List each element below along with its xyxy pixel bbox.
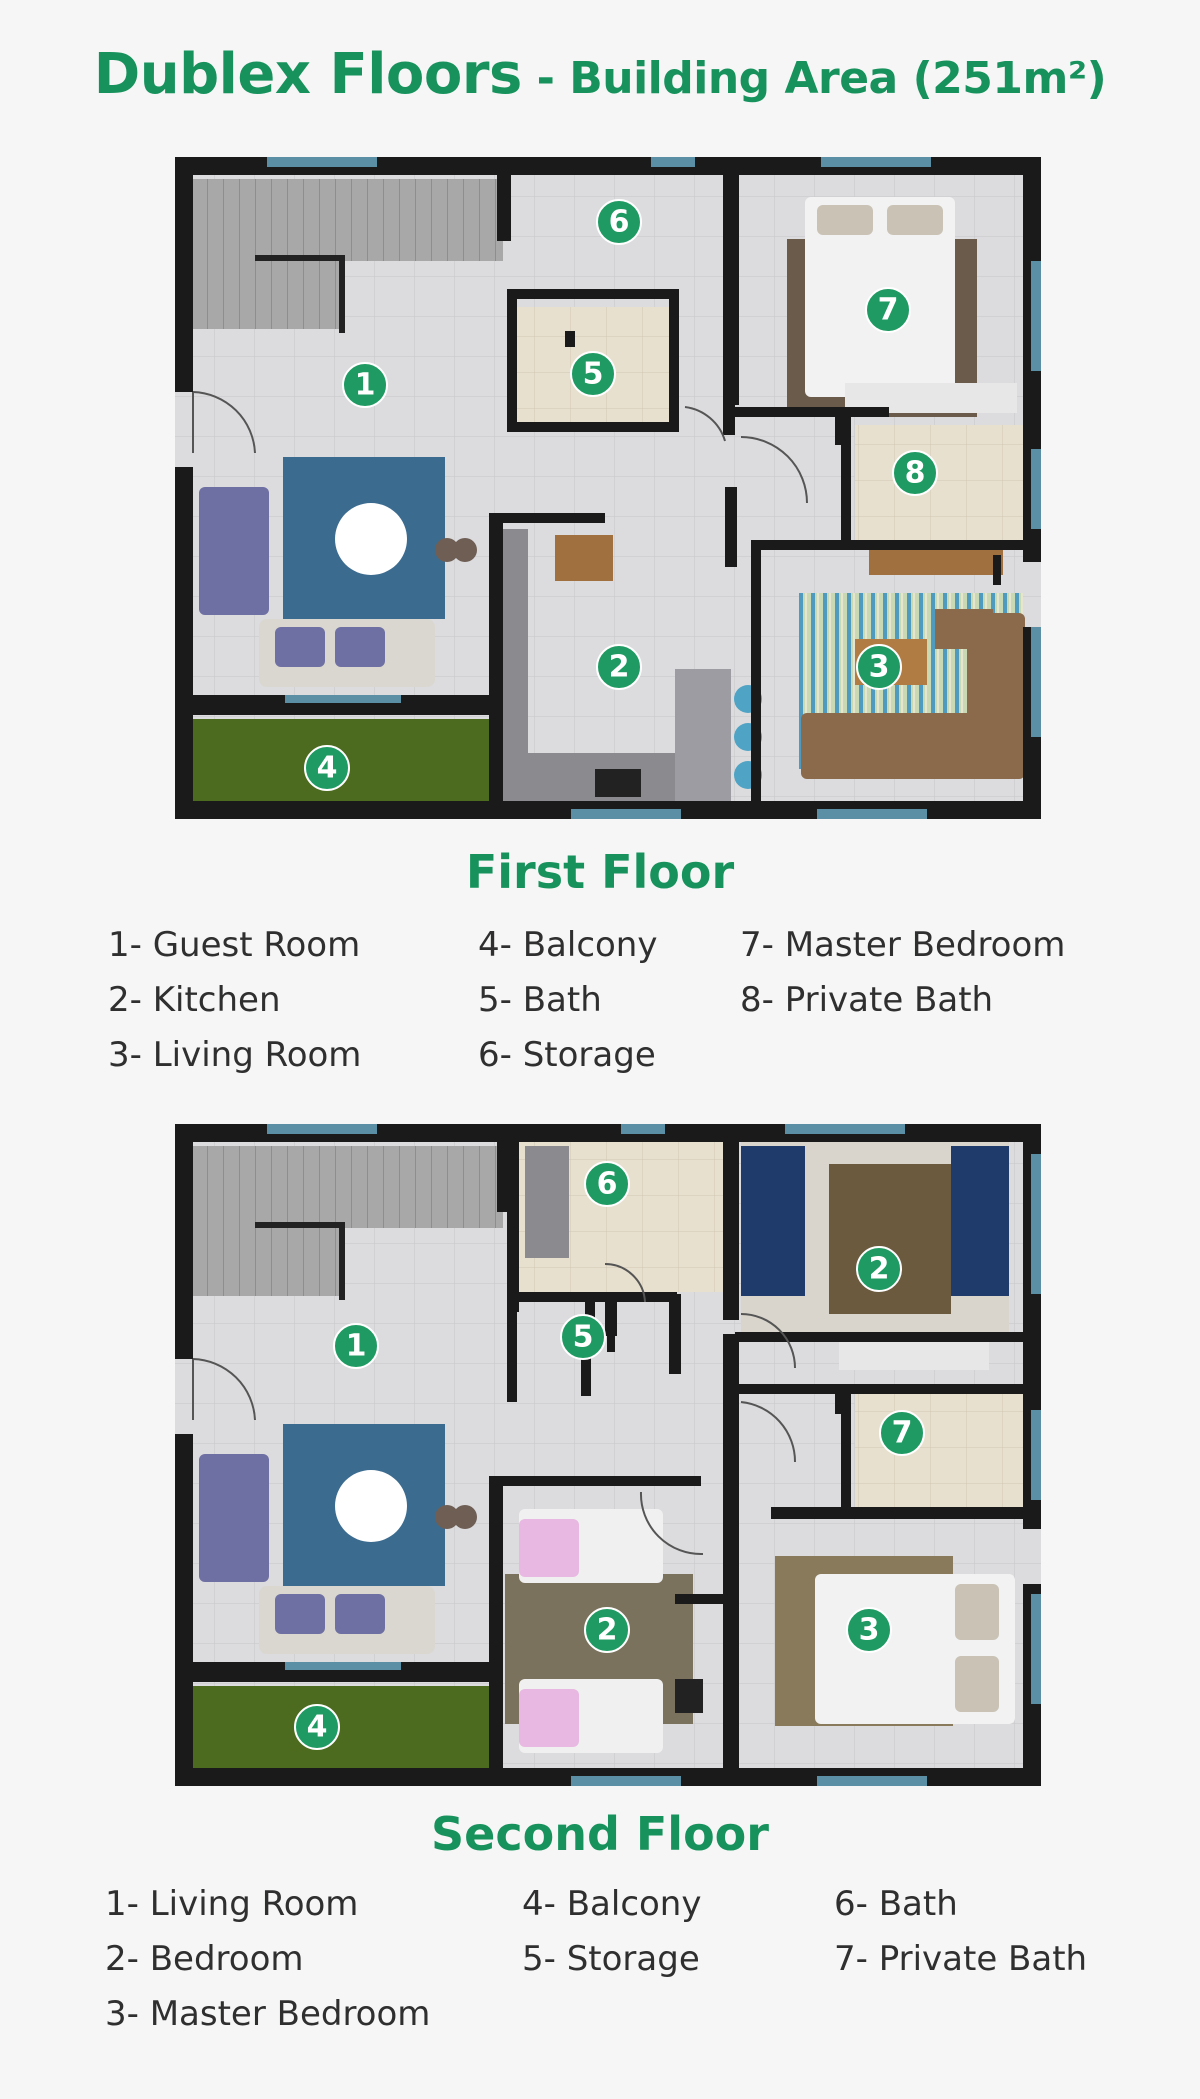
- room-marker-guest-room: 1: [342, 362, 388, 408]
- first-floor-legend-5: 5- Bath: [478, 980, 602, 1020]
- svg-text:4: 4: [317, 751, 338, 786]
- second-floor-legend-7: 7- Private Bath: [834, 1939, 1088, 1979]
- first-floor-legend-4: 4- Balcony: [478, 925, 658, 965]
- room-marker-master-bedroom: 3: [846, 1607, 892, 1653]
- svg-text:5: 5: [583, 357, 604, 392]
- svg-text:5: 5: [573, 1320, 594, 1355]
- second-floor-legend-2: 2- Bedroom: [105, 1939, 304, 1979]
- svg-text:3: 3: [859, 1613, 880, 1648]
- first-floor-legend-1: 1- Guest Room: [108, 925, 361, 965]
- second-floor-legend-5: 5- Storage: [522, 1939, 700, 1979]
- room-marker-living-room: 1: [333, 1323, 379, 1369]
- room-marker-bath: 5: [570, 351, 616, 397]
- second-floor-legend-6: 6- Bath: [834, 1884, 958, 1924]
- second-floor-legend-3: 3- Master Bedroom: [105, 1994, 431, 2034]
- first-floor-plan: 1 2 3 4 5 6 7 8: [175, 157, 1041, 819]
- first-floor-legend-3: 3- Living Room: [108, 1035, 362, 1075]
- svg-text:4: 4: [307, 1710, 328, 1745]
- svg-text:8: 8: [905, 456, 926, 491]
- svg-text:2: 2: [597, 1613, 618, 1648]
- room-marker-storage: 6: [596, 199, 642, 245]
- room-marker-master-bedroom: 7: [865, 287, 911, 333]
- room-marker-balcony: 4: [294, 1704, 340, 1750]
- page-title: Dublex Floors - Building Area (251m²): [0, 42, 1200, 107]
- svg-text:7: 7: [878, 293, 899, 328]
- room-marker-living-room: 3: [856, 644, 902, 690]
- svg-text:1: 1: [355, 368, 376, 403]
- second-floor-plan: 1 2 2 3 4 5 6 7: [175, 1124, 1041, 1786]
- svg-text:2: 2: [609, 650, 630, 685]
- room-marker-storage: 5: [560, 1314, 606, 1360]
- svg-text:3: 3: [869, 650, 890, 685]
- first-floor-legend-2: 2- Kitchen: [108, 980, 281, 1020]
- svg-text:6: 6: [609, 205, 630, 240]
- room-marker-bedroom-bottom: 2: [584, 1607, 630, 1653]
- first-floor-title: First Floor: [465, 845, 735, 899]
- second-floor-legend-1: 1- Living Room: [105, 1884, 359, 1924]
- room-marker-balcony: 4: [304, 745, 350, 791]
- svg-text:1: 1: [346, 1329, 367, 1364]
- room-marker-private-bath: 7: [879, 1410, 925, 1456]
- first-floor-legend-8: 8- Private Bath: [740, 980, 994, 1020]
- second-floor-title: Second Floor: [431, 1807, 769, 1861]
- svg-text:2: 2: [869, 1252, 890, 1287]
- first-floor-legend-6: 6- Storage: [478, 1035, 656, 1075]
- title-sub: Building Area (251m²): [569, 53, 1107, 104]
- room-marker-private-bath: 8: [892, 450, 938, 496]
- title-main: Dublex Floors: [93, 42, 523, 107]
- svg-text:6: 6: [597, 1167, 618, 1202]
- second-floor-legend-4: 4- Balcony: [522, 1884, 702, 1924]
- title-separator: -: [521, 53, 570, 104]
- svg-text:7: 7: [892, 1416, 913, 1451]
- first-floor-legend-7: 7- Master Bedroom: [740, 925, 1066, 965]
- room-marker-bedroom-top: 2: [856, 1246, 902, 1292]
- room-marker-bath: 6: [584, 1161, 630, 1207]
- room-marker-kitchen: 2: [596, 644, 642, 690]
